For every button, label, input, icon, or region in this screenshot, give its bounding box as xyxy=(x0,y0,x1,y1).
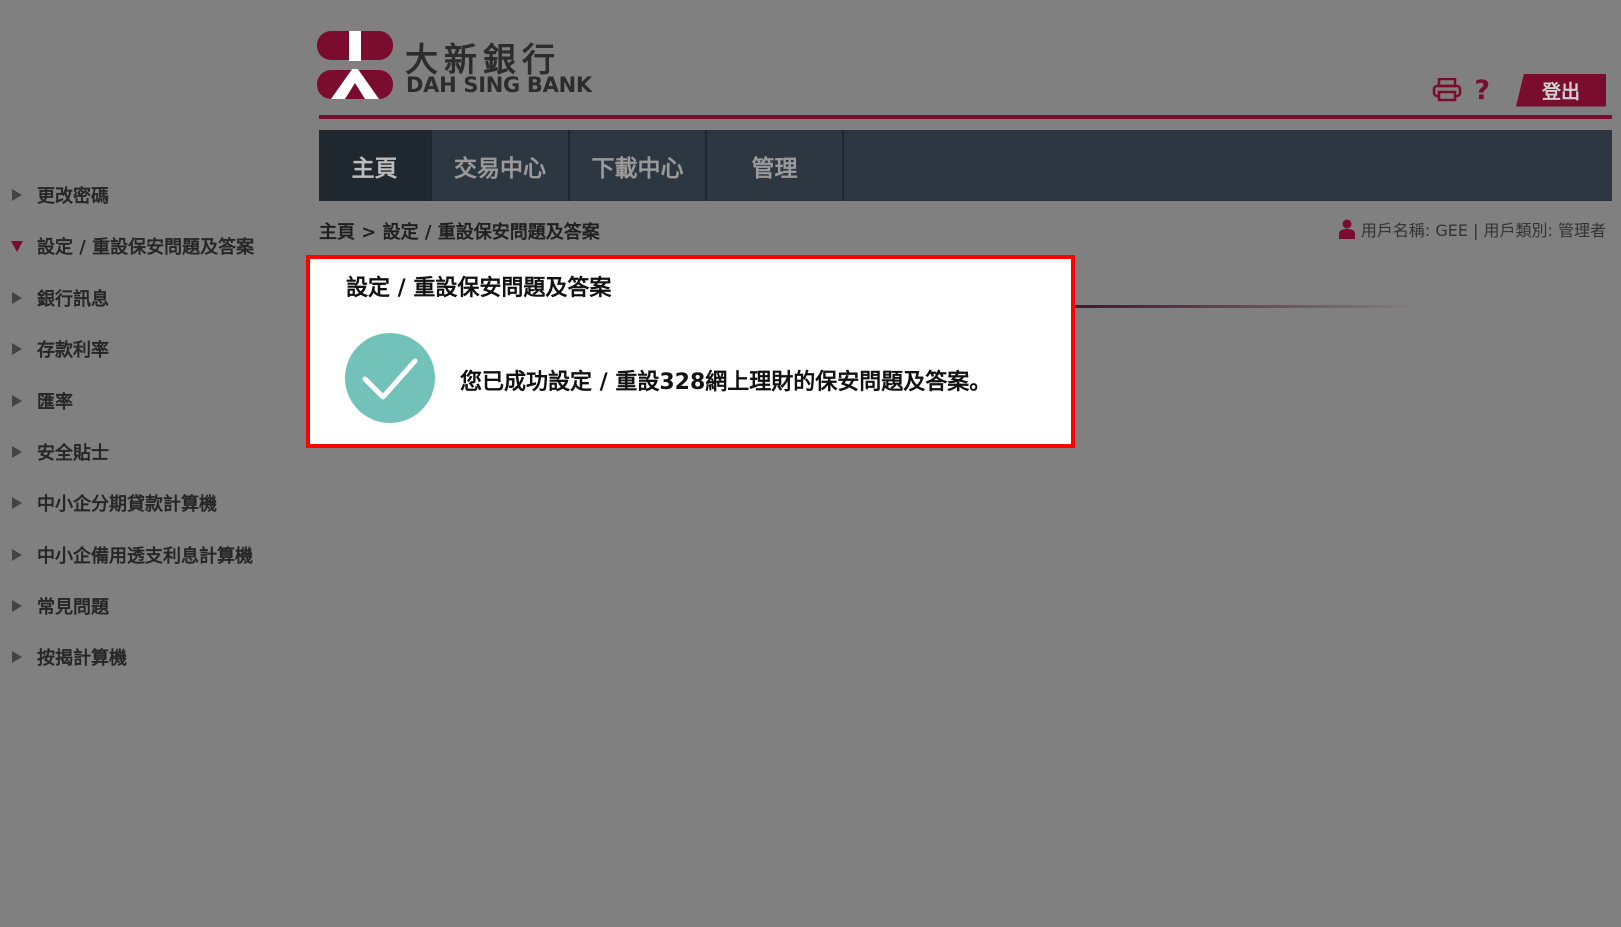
sidebar-item-change-password[interactable]: 更改密碼 xyxy=(0,180,109,210)
arrow-right-icon xyxy=(12,189,22,201)
bank-logo-icon xyxy=(317,31,393,99)
sidebar-item-label: 常見問題 xyxy=(37,597,109,618)
sidebar-item-label: 中小企分期貸款計算機 xyxy=(37,494,217,515)
bank-name-en: DAH SING BANK xyxy=(406,73,592,97)
sidebar-item-label: 匯率 xyxy=(37,392,73,413)
sidebar-item-sme-loan-calculator[interactable]: 中小企分期貸款計算機 xyxy=(0,488,217,518)
user-info: 用戶名稱: GEE | 用戶類別: 管理者 xyxy=(1338,217,1606,241)
sidebar-item-label: 存款利率 xyxy=(37,340,109,361)
sidebar-item-mortgage-calculator[interactable]: 按揭計算機 xyxy=(0,642,127,672)
user-info-text: 用戶名稱: GEE | 用戶類別: 管理者 xyxy=(1360,221,1606,240)
arrow-right-icon xyxy=(12,600,22,612)
sidebar-item-sme-overdraft-calculator[interactable]: 中小企備用透支利息計算機 xyxy=(0,540,253,570)
sidebar-item-deposit-rates[interactable]: 存款利率 xyxy=(0,334,109,364)
user-icon xyxy=(1338,219,1355,239)
panel-title: 設定 / 重設保安問題及答案 xyxy=(346,276,612,301)
arrow-right-icon xyxy=(12,395,22,407)
sidebar-item-bank-messages[interactable]: 銀行訊息 xyxy=(0,283,109,313)
success-panel: 設定 / 重設保安問題及答案 您已成功設定 / 重設328網上理財的保安問題及答… xyxy=(306,255,1075,448)
sidebar-item-label: 安全貼士 xyxy=(37,443,109,464)
logout-button[interactable]: 登出 xyxy=(1516,73,1606,107)
tab-home[interactable]: 主頁 xyxy=(319,130,432,201)
sidebar-item-label: 按揭計算機 xyxy=(37,648,127,669)
tab-admin[interactable]: 管理 xyxy=(707,130,844,201)
arrow-right-icon xyxy=(12,292,22,304)
sidebar-item-label: 銀行訊息 xyxy=(37,289,109,310)
arrow-right-icon xyxy=(12,549,22,561)
sidebar-item-faq[interactable]: 常見問題 xyxy=(0,591,109,621)
sidebar-item-label: 更改密碼 xyxy=(37,186,109,207)
help-icon[interactable]: ? xyxy=(1474,77,1490,104)
arrow-right-icon xyxy=(12,497,22,509)
success-message: 您已成功設定 / 重設328網上理財的保安問題及答案。 xyxy=(460,370,992,395)
arrow-right-icon xyxy=(12,446,22,458)
success-check-icon xyxy=(345,333,435,423)
sidebar-item-exchange-rates[interactable]: 匯率 xyxy=(0,386,73,416)
sidebar-item-security-questions[interactable]: 設定 / 重設保安問題及答案 xyxy=(0,231,254,261)
tab-transaction-center[interactable]: 交易中心 xyxy=(432,130,570,201)
header-divider xyxy=(319,115,1612,119)
header-tools: ? 登出 xyxy=(1432,73,1606,107)
arrow-right-icon xyxy=(12,651,22,663)
tab-download-center[interactable]: 下載中心 xyxy=(570,130,707,201)
bank-logo: 大新銀行 DAH SING BANK xyxy=(317,31,597,101)
breadcrumb: 主頁 > 設定 / 重設保安問題及答案 xyxy=(319,222,600,243)
sidebar-item-label: 設定 / 重設保安問題及答案 xyxy=(37,237,255,258)
sidebar-item-security-tips[interactable]: 安全貼士 xyxy=(0,437,109,467)
arrow-right-icon xyxy=(12,343,22,355)
arrow-down-icon xyxy=(11,240,23,252)
main-nav: 主頁 交易中心 下載中心 管理 xyxy=(319,130,1612,201)
sidebar-item-label: 中小企備用透支利息計算機 xyxy=(37,546,253,567)
printer-icon[interactable] xyxy=(1432,78,1462,102)
